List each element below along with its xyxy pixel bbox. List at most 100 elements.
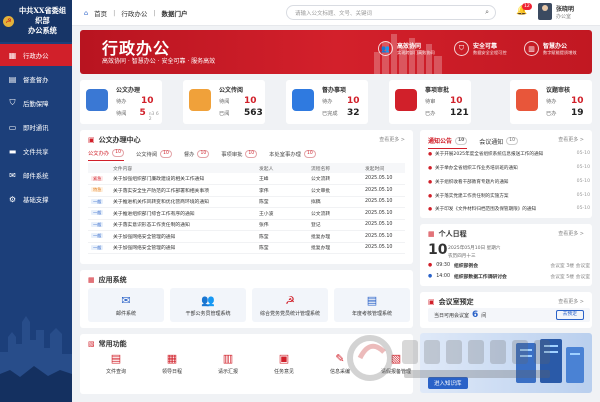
watermark-logo bbox=[347, 335, 550, 381]
user-role: 办公室 bbox=[556, 13, 572, 20]
tab-count: 10 bbox=[245, 149, 258, 158]
app-label: 年度考核管理系统 bbox=[351, 310, 392, 317]
stat-card-topic-review[interactable]: 议题审核 待办 10 已办 19 bbox=[510, 80, 592, 124]
report-icon: ▥ bbox=[222, 352, 234, 365]
search-icon[interactable]: ⌕ bbox=[485, 8, 495, 17]
schedule-event[interactable]: ● 09:30 组织部例会 会议室 3楼 会议室 bbox=[428, 262, 590, 269]
app-logo[interactable]: ☭ 中共XX省委组织部 办公系统 bbox=[0, 0, 72, 42]
user-menu[interactable]: 张晓明 办公室 bbox=[538, 3, 574, 20]
user-name: 张晓明 bbox=[556, 5, 575, 13]
doc-sender: 张伟 bbox=[256, 219, 308, 231]
list-item[interactable]: ● 关于开展2025年度全省组织系统信息报送工作的通知 05-10 bbox=[428, 151, 590, 157]
app-cadre-management[interactable]: 👥 干部公务员管理系统 bbox=[170, 288, 246, 322]
bullet: ● bbox=[428, 180, 433, 185]
list-item[interactable]: ● 关于组织收看干部教育专题片的通知 05-10 bbox=[428, 179, 590, 185]
table-row[interactable]: 紧急 关于加强组织部门廉政建设的相关工作通知 王峰 公文流转 2025.05.10 bbox=[88, 173, 405, 185]
notices-more-link[interactable]: 查看更多 > bbox=[558, 136, 584, 143]
doc-title[interactable]: 关于落实安全生产防范的工作部署和相关事项 bbox=[110, 184, 256, 197]
tool-label: 请示汇报 bbox=[217, 369, 238, 375]
banner-feature-security: ⛉ 安全可靠 数据安全全程可控 bbox=[454, 41, 507, 56]
doc-date: 2025.05.10 bbox=[362, 196, 405, 208]
notice-text: 关于举办全省组织工作业务培训班的通知 bbox=[435, 166, 518, 171]
doc-title[interactable]: 关于加强组织部门廉政建设的相关工作通知 bbox=[110, 173, 256, 185]
list-item[interactable]: ● 关于举办全省组织工作业务培训班的通知 05-10 bbox=[428, 165, 590, 171]
sidebar-item-file-share[interactable]: ▬ 文件共享 bbox=[0, 140, 72, 162]
schedule-event[interactable]: ● 14:00 组织部数据工作调研讨会 会议室 5楼 会议室 bbox=[428, 273, 590, 280]
task-icon: ▣ bbox=[278, 352, 290, 365]
app-mail-system[interactable]: ✉ 邮件系统 bbox=[88, 288, 164, 322]
tab-count: 10 bbox=[506, 137, 519, 145]
feature-sub: 实现跨部门高效协同 bbox=[397, 50, 435, 55]
schedule-day: 10 bbox=[428, 242, 448, 258]
event-time: 09:30 bbox=[436, 263, 451, 268]
sidebar-item-logistics[interactable]: ⛉ 后勤保障 bbox=[0, 92, 72, 114]
list-item[interactable]: ● 关于印发《文件材料归档范围及保管期限》的通知 05-10 bbox=[428, 206, 590, 212]
app-party-statistics[interactable]: ☭ 综合党务党员统计管理系统 bbox=[252, 288, 328, 322]
doc-title[interactable]: 关于加强网络安全管理的通知 bbox=[110, 230, 256, 243]
event-place: 会议室 5楼 会议室 bbox=[550, 275, 590, 280]
tool-task-opinion[interactable]: ▣ 任务意见 bbox=[266, 352, 302, 375]
stat-name: 督办事项 bbox=[322, 87, 347, 94]
tab-approval[interactable]: 事项审批 10 bbox=[221, 149, 258, 161]
logo-line1: 中共XX省委组织部 bbox=[18, 6, 67, 25]
stat-value: 10 bbox=[141, 96, 154, 106]
sidebar-item-admin-office[interactable]: ▦ 行政办公 bbox=[0, 44, 72, 66]
stat-label: 已阅 bbox=[219, 111, 230, 117]
doc-title[interactable]: 关于落实意识形态工作责任制的通知 bbox=[110, 219, 256, 231]
tab-doc-todo[interactable]: 公文办办 10 bbox=[88, 149, 124, 161]
doc-center-more-link[interactable]: 查看更多 > bbox=[379, 136, 405, 143]
event-place: 会议室 3楼 会议室 bbox=[550, 264, 590, 269]
list-item[interactable]: ● 关于落实党建工作责任制的实施方案 05-10 bbox=[428, 193, 590, 199]
stat-card-supervision[interactable]: 督办事项 待办 10 已完成 32 bbox=[286, 80, 368, 124]
table-row[interactable]: 一般 关于加强网络安全管理的通知 陈莹 批复办理 2025.05.10 bbox=[88, 230, 405, 243]
doc-title[interactable]: 关于推进机关作风转变和优化营商环境的通知 bbox=[110, 196, 256, 208]
column-header bbox=[88, 163, 110, 173]
breadcrumb-home[interactable]: 首页 bbox=[94, 8, 107, 18]
table-row[interactable]: 特急 关于落实安全生产防范的工作部署和相关事项 李伟 公文审批 2025.05.10 bbox=[88, 184, 405, 197]
sidebar-item-im[interactable]: ▭ 即时通讯 bbox=[0, 116, 72, 138]
meeting-more-link[interactable]: 查看更多 > bbox=[558, 298, 584, 305]
banner-feature-smart: ▥ 智慧办公 数字赋能提质增效 bbox=[524, 41, 577, 56]
tool-report[interactable]: ▥ 请示汇报 bbox=[210, 352, 246, 375]
schedule-more-link[interactable]: 查看更多 > bbox=[558, 230, 584, 237]
table-row[interactable]: 一般 关于推进机关作风转变和优化营商环境的通知 陈莹 拟稿 2025.05.10 bbox=[88, 196, 405, 208]
stat-card-doc-circulation[interactable]: 公文传阅 待阅 10 已阅 563 bbox=[183, 80, 265, 124]
doc-date: 2025.05.10 bbox=[362, 207, 405, 220]
doc-flow: 公文流转 bbox=[308, 173, 362, 185]
stat-card-doc-processing[interactable]: 公文办理 待办 10 待阅 5 n3 6 2 bbox=[80, 80, 162, 124]
tool-leader-schedule[interactable]: ▦ 领导日程 bbox=[154, 352, 190, 375]
table-row[interactable]: 一般 关于推进组织部门综合工作有序的通知 王小波 公文流转 2025.05.10 bbox=[88, 207, 405, 220]
tab-doc-read[interactable]: 公文待阅 10 bbox=[136, 149, 172, 161]
priority-badge: 紧急 bbox=[91, 175, 104, 181]
search-input[interactable]: 请输入公文标题、文号、关键词 ⌕ bbox=[286, 5, 496, 20]
tool-file-query[interactable]: ▤ 文件查询 bbox=[98, 352, 134, 375]
table-row[interactable]: 一般 关于落实意识形态工作责任制的通知 张伟 登记 2025.05.10 bbox=[88, 219, 405, 231]
tab-meeting-notices[interactable]: 会议通知 10 bbox=[479, 136, 519, 149]
tab-label: 会议通知 bbox=[479, 138, 504, 146]
sidebar-item-infra[interactable]: ⚙ 基础支撑 bbox=[0, 188, 72, 210]
stat-name: 事项审批 bbox=[425, 87, 450, 94]
home-icon[interactable]: ⌂ bbox=[84, 9, 88, 17]
sidebar-item-supervision[interactable]: ▤ 督查督办 bbox=[0, 68, 72, 90]
doc-center-title: ▣ 公文办理中心 bbox=[88, 135, 141, 145]
breadcrumb-admin-office[interactable]: 行政办公 bbox=[121, 8, 147, 18]
tab-supervision[interactable]: 督办 10 bbox=[184, 149, 210, 161]
tool-label: 任务意见 bbox=[273, 369, 294, 375]
doc-title[interactable]: 关于加强网络安全管理的通知 bbox=[110, 242, 256, 254]
tab-department[interactable]: 本处室事办理 10 bbox=[269, 149, 316, 161]
stat-row: 待办 10 bbox=[322, 96, 360, 106]
people-icon: 👥 bbox=[378, 41, 393, 56]
app-label: 综合党务党员统计管理系统 bbox=[259, 310, 320, 317]
stat-card-approval[interactable]: 事项审批 待审 10 已办 121 bbox=[389, 80, 471, 124]
stat-value: 10 bbox=[450, 96, 463, 106]
doc-title[interactable]: 关于推进组织部门综合工作有序的通知 bbox=[110, 207, 256, 220]
event-dot: ● bbox=[428, 274, 433, 279]
party-emblem-icon: ☭ bbox=[285, 293, 295, 307]
table-row[interactable]: 一般 关于加强网络安全管理的通知 陈莹 批复办理 2025.05.10 bbox=[88, 242, 405, 254]
doc-date: 2025.05.10 bbox=[362, 219, 405, 231]
tab-notices[interactable]: 通知公告 10 bbox=[428, 136, 468, 149]
sidebar-item-mail[interactable]: ✉ 邮件系统 bbox=[0, 164, 72, 186]
tab-count: 10 bbox=[112, 149, 124, 157]
sidebar-item-label: 后勤保障 bbox=[23, 99, 49, 108]
app-annual-assessment[interactable]: ▤ 年度考核管理系统 bbox=[334, 288, 410, 322]
